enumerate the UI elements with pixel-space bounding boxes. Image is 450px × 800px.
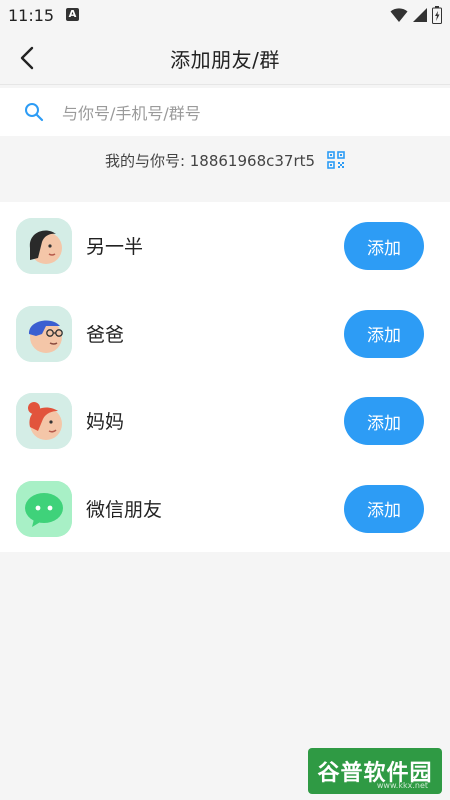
woman-face-avatar: [16, 218, 72, 274]
watermark-logo: 谷普软件园 www.kkx.net: [308, 748, 442, 794]
wechat-chat-bubble-avatar: [16, 480, 72, 537]
add-button[interactable]: 添加: [344, 397, 424, 445]
add-button[interactable]: 添加: [344, 309, 424, 358]
add-button[interactable]: 添加: [344, 484, 424, 533]
search-bar[interactable]: [0, 88, 450, 136]
wifi-icon: [390, 8, 408, 22]
contact-row: 另一半 添加: [0, 202, 450, 290]
contact-row: 妈妈 添加: [0, 377, 450, 465]
contact-list: 另一半 添加 爸爸 添加 妈妈 添加 微信朋友 添加: [0, 202, 450, 552]
contact-name: 微信朋友: [86, 498, 163, 521]
contact-name: 妈妈: [86, 411, 125, 433]
contact-name: 爸爸: [86, 323, 125, 346]
notification-icon: A: [66, 8, 79, 21]
battery-icon: [432, 6, 442, 24]
status-bar: 11:15 A: [0, 0, 450, 30]
page-title: 添加朋友/群: [170, 48, 280, 72]
watermark-url: www.kkx.net: [376, 781, 428, 790]
my-id-text: 我的与你号: 18861968c37rt5: [104, 151, 316, 170]
red-hair-woman-avatar: [16, 393, 72, 449]
header: 添加朋友/群: [0, 30, 450, 84]
my-id-row: 我的与你号: 18861968c37rt5: [0, 140, 450, 180]
contact-name: 另一半: [86, 236, 144, 258]
search-icon: [25, 103, 44, 122]
add-button[interactable]: 添加: [344, 222, 424, 270]
qr-code-icon[interactable]: [327, 151, 345, 169]
header-divider: [0, 84, 450, 85]
status-icons: [390, 6, 442, 24]
man-glasses-avatar: [16, 305, 72, 362]
signal-icon: [413, 8, 427, 22]
contact-row: 爸爸 添加: [0, 290, 450, 378]
status-time: 11:15: [8, 6, 55, 25]
search-input[interactable]: [60, 98, 424, 128]
contact-row: 微信朋友 添加: [0, 465, 450, 553]
